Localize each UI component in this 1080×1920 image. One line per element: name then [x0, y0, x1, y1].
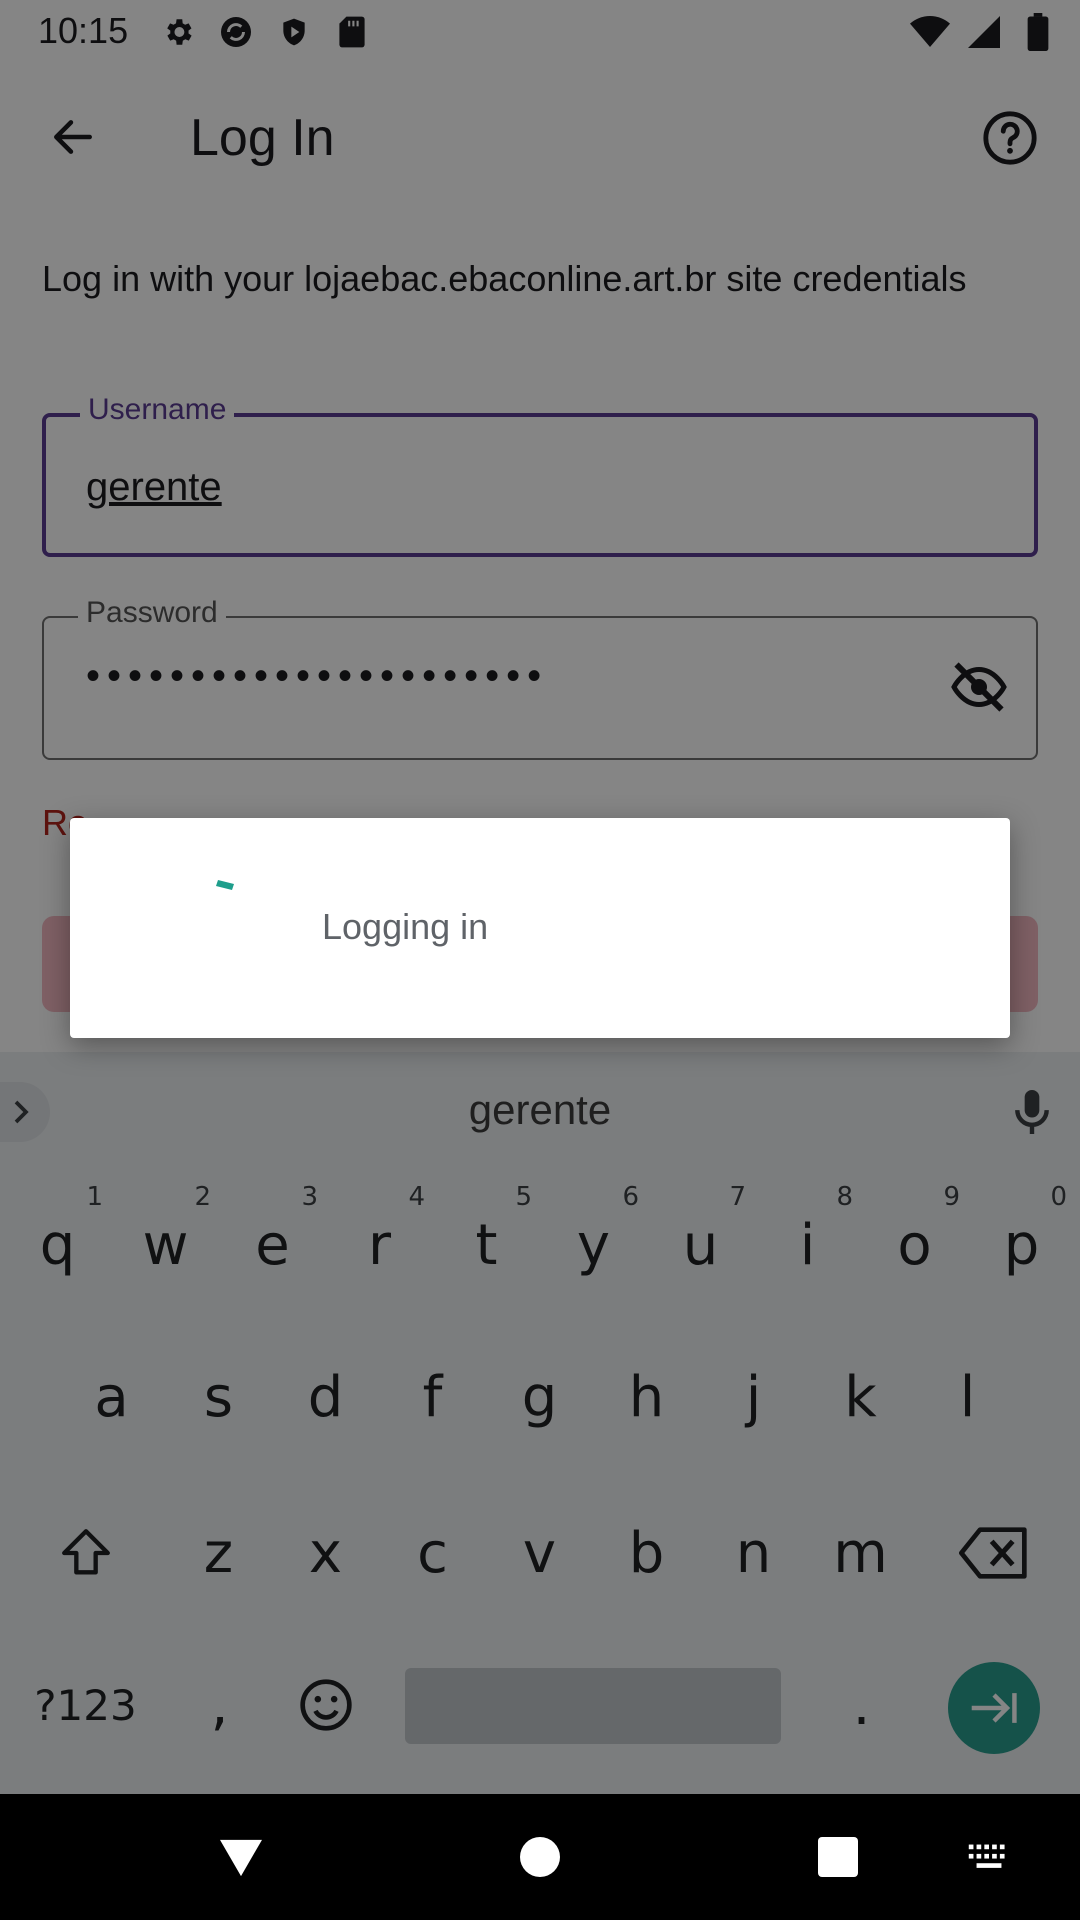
- nav-home-button[interactable]: [507, 1824, 573, 1890]
- progress-dialog: Logging in: [70, 818, 1010, 1038]
- nav-keyboard-switch-button[interactable]: [956, 1824, 1022, 1890]
- navigation-bar: [0, 1794, 1080, 1920]
- keyboard-icon: [968, 1844, 1005, 1868]
- dialog-message: Logging in: [322, 906, 489, 947]
- square-recents-icon: [818, 1837, 858, 1877]
- nav-recents-button[interactable]: [805, 1824, 871, 1890]
- circle-home-icon: [520, 1837, 560, 1877]
- nav-back-button[interactable]: [208, 1824, 274, 1890]
- triangle-back-icon: [220, 1839, 262, 1877]
- loading-spinner-icon: [216, 880, 234, 890]
